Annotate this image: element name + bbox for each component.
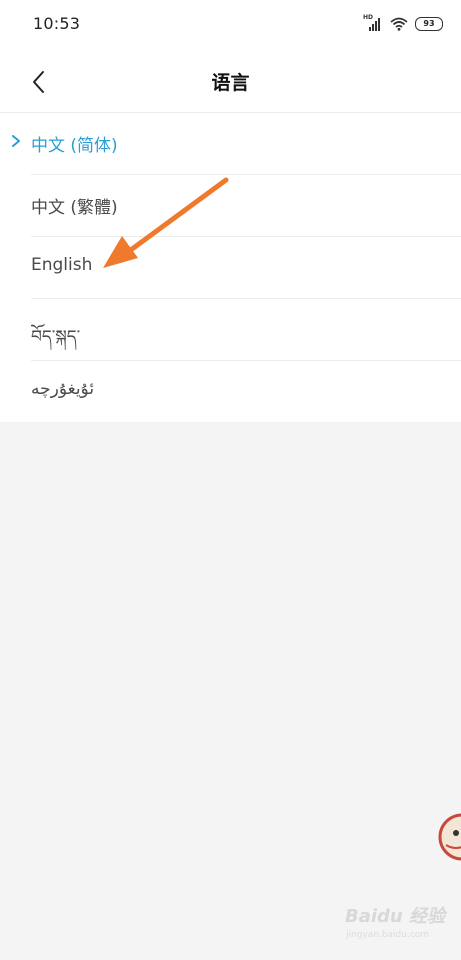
language-item-tibetan[interactable]: བོད་སྐད་ <box>31 299 461 361</box>
nav-bar: 语言 <box>0 52 461 113</box>
signal-icon: HD <box>363 14 383 32</box>
language-label: English <box>31 255 93 275</box>
status-icons: HD 93 <box>363 14 443 33</box>
language-label: 中文 (繁體) <box>31 198 118 218</box>
mascot-icon <box>436 805 461 865</box>
language-list: 中文 (简体) 中文 (繁體) English བོད་སྐད་ ئۇيغۇرچ… <box>0 113 461 422</box>
network-label: HD <box>363 14 374 21</box>
language-item-zh-hans[interactable]: 中文 (简体) <box>12 113 461 175</box>
page-title: 语言 <box>211 72 250 94</box>
language-label: 中文 (简体) <box>31 136 118 156</box>
language-label: བོད་སྐད་ <box>31 327 81 347</box>
watermark-text: Baidu 经验 <box>345 906 446 927</box>
language-item-uyghur[interactable]: ئۇيغۇرچە <box>31 361 461 422</box>
status-time: 10:53 <box>33 14 81 33</box>
language-item-english[interactable]: English <box>31 237 461 299</box>
chevron-right-icon <box>12 135 20 147</box>
language-label: ئۇيغۇرچە <box>31 379 95 399</box>
battery-icon: 93 <box>415 17 443 31</box>
language-item-zh-hant[interactable]: 中文 (繁體) <box>31 175 461 237</box>
status-bar: 10:53 HD 93 <box>0 0 461 52</box>
watermark-subtext: jingyan.baidu.com <box>346 930 430 940</box>
wifi-icon <box>390 17 408 31</box>
